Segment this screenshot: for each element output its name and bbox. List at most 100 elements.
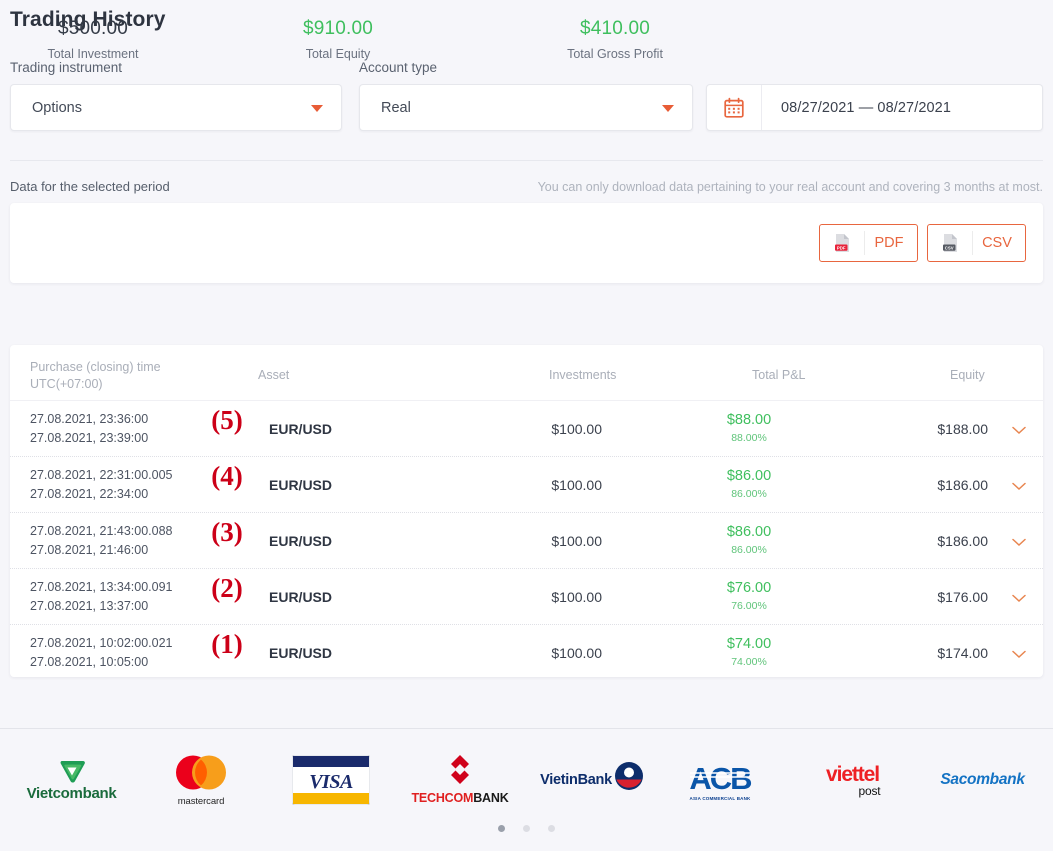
table-row[interactable]: 27.08.2021, 22:31:00.005 27.08.2021, 22:…: [10, 457, 1043, 513]
stat-caption: Total Equity: [305, 47, 371, 61]
annotation-marker: (5): [211, 405, 243, 435]
trading-history-table: Purchase (closing) time UTC(+07:00) Asse…: [10, 345, 1043, 677]
stat-total-investment: $500.00 Total Investment: [23, 18, 163, 61]
expand-row-chevron-down-icon[interactable]: [1012, 590, 1026, 608]
expand-row-chevron-down-icon[interactable]: [1012, 422, 1026, 440]
viettel-post-logo[interactable]: viettel post: [795, 742, 910, 818]
annotation-marker: (3): [211, 517, 243, 547]
chevron-down-icon: [662, 104, 674, 112]
stat-value: $410.00: [579, 18, 651, 39]
table-row[interactable]: 27.08.2021, 13:34:00.091 27.08.2021, 13:…: [10, 569, 1043, 625]
table-row[interactable]: 27.08.2021, 10:02:00.021 27.08.2021, 10:…: [10, 625, 1043, 681]
download-pdf-button[interactable]: PDF PDF: [819, 224, 918, 262]
cell-equity: $188.00: [937, 421, 988, 437]
trading-history-page: Trading History Trading instrument Optio…: [0, 0, 1053, 851]
cell-equity: $174.00: [937, 645, 988, 661]
trading-instrument-select[interactable]: Options: [10, 84, 342, 131]
account-type-label: Account type: [359, 60, 438, 75]
stat-caption: Total Gross Profit: [567, 47, 663, 61]
pl-percent: 88.00%: [731, 432, 767, 444]
cell-total-pl: $86.00 86.00%: [686, 524, 812, 556]
carousel-dot-1[interactable]: [497, 825, 505, 832]
cell-asset: EUR/USD: [269, 477, 333, 493]
table-row[interactable]: 27.08.2021, 23:36:00 27.08.2021, 23:39:0…: [10, 401, 1043, 457]
pl-value: $86.00: [726, 524, 772, 540]
column-header-time-line1: Purchase (closing) time: [30, 360, 161, 374]
close-time: 27.08.2021, 23:39:00: [30, 431, 149, 445]
download-pdf-label: PDF: [874, 235, 904, 251]
carousel-pagination[interactable]: [0, 819, 1053, 837]
cell-asset: EUR/USD: [269, 421, 333, 437]
cell-investment: $100.00: [551, 533, 602, 549]
open-time: 27.08.2021, 10:02:00.021: [30, 636, 173, 650]
stat-total-equity: $910.00 Total Equity: [268, 18, 408, 61]
trading-instrument-label: Trading instrument: [10, 60, 123, 75]
svg-text:CSV: CSV: [944, 245, 953, 250]
pl-percent: 86.00%: [731, 544, 767, 556]
download-csv-button[interactable]: CSV CSV: [927, 224, 1026, 262]
pl-percent: 74.00%: [731, 656, 767, 668]
cell-equity: $176.00: [937, 589, 988, 605]
techcombank-label: TECHCOMBANK: [411, 789, 508, 807]
annotation-marker: (1): [211, 629, 243, 659]
column-header-investments: Investments: [549, 368, 617, 382]
cell-total-pl: $86.00 86.00%: [686, 468, 812, 500]
cell-total-pl: $74.00 74.00%: [686, 636, 812, 668]
pl-percent: 76.00%: [731, 600, 767, 612]
account-type-value: Real: [381, 99, 411, 116]
annotation-marker: (2): [211, 573, 243, 603]
acb-sublabel: ASIA COMMERCIAL BANK: [689, 795, 751, 801]
chevron-down-icon: [311, 104, 323, 112]
payment-partners-carousel: Vietcombank mastercard VISA TECHCOMBANK …: [0, 742, 1053, 818]
cell-time: 27.08.2021, 10:02:00.021 27.08.2021, 10:…: [30, 634, 173, 672]
open-time: 27.08.2021, 22:31:00.005: [30, 468, 173, 482]
stat-value: $500.00: [57, 18, 129, 39]
svg-text:PDF: PDF: [836, 245, 845, 250]
expand-row-chevron-down-icon[interactable]: [1012, 478, 1026, 496]
column-header-equity: Equity: [950, 368, 985, 382]
vietinbank-logo[interactable]: VietinBank: [533, 742, 651, 818]
calendar-icon: [707, 85, 762, 130]
table-header-row: Purchase (closing) time UTC(+07:00) Asse…: [10, 345, 1043, 401]
section-divider: [10, 160, 1043, 161]
expand-row-chevron-down-icon[interactable]: [1012, 534, 1026, 552]
footer-divider: [0, 728, 1053, 729]
stat-value: $910.00: [302, 18, 374, 39]
mastercard-logo[interactable]: mastercard: [150, 742, 252, 818]
cell-investment: $100.00: [551, 421, 602, 437]
table-row[interactable]: 27.08.2021, 21:43:00.088 27.08.2021, 21:…: [10, 513, 1043, 569]
cell-asset: EUR/USD: [269, 645, 333, 661]
cell-time: 27.08.2021, 22:31:00.005 27.08.2021, 22:…: [30, 466, 173, 504]
viettel-post-sublabel: post: [858, 783, 881, 798]
cell-time: 27.08.2021, 13:34:00.091 27.08.2021, 13:…: [30, 578, 173, 616]
sacombank-logo[interactable]: Sacombank: [925, 742, 1040, 818]
trading-instrument-value: Options: [32, 99, 82, 116]
acb-logo[interactable]: ACB ASIA COMMERCIAL BANK: [665, 742, 775, 818]
cell-asset: EUR/USD: [269, 589, 333, 605]
techcombank-logo[interactable]: TECHCOMBANK: [405, 742, 515, 818]
open-time: 27.08.2021, 21:43:00.088: [30, 524, 173, 538]
sacombank-label: Sacombank: [940, 771, 1025, 788]
carousel-dot-2[interactable]: [523, 825, 530, 832]
cell-investment: $100.00: [551, 477, 602, 493]
cell-total-pl: $88.00 88.00%: [686, 412, 812, 444]
techcombank-label-part1: TECHCOM: [411, 791, 474, 805]
column-header-total-pl: Total P&L: [752, 368, 806, 382]
visa-logo[interactable]: VISA: [280, 742, 382, 818]
stat-total-gross-profit: $410.00 Total Gross Profit: [539, 18, 691, 61]
annotation-marker: (4): [211, 461, 243, 491]
account-type-select[interactable]: Real: [359, 84, 693, 131]
carousel-dot-3[interactable]: [548, 825, 556, 832]
column-header-time-line2: UTC(+07:00): [30, 377, 103, 391]
download-restriction-note: You can only download data pertaining to…: [537, 180, 1043, 194]
download-csv-label: CSV: [982, 235, 1012, 251]
vietcombank-logo[interactable]: Vietcombank: [14, 742, 129, 818]
cell-asset: EUR/USD: [269, 533, 333, 549]
cell-investment: $100.00: [551, 589, 602, 605]
pl-percent: 86.00%: [731, 488, 767, 500]
close-time: 27.08.2021, 10:05:00: [30, 655, 149, 669]
date-range-picker[interactable]: 08/27/2021 — 08/27/2021: [706, 84, 1043, 131]
close-time: 27.08.2021, 13:37:00: [30, 599, 149, 613]
expand-row-chevron-down-icon[interactable]: [1012, 646, 1026, 664]
csv-file-icon: CSV: [928, 233, 972, 253]
